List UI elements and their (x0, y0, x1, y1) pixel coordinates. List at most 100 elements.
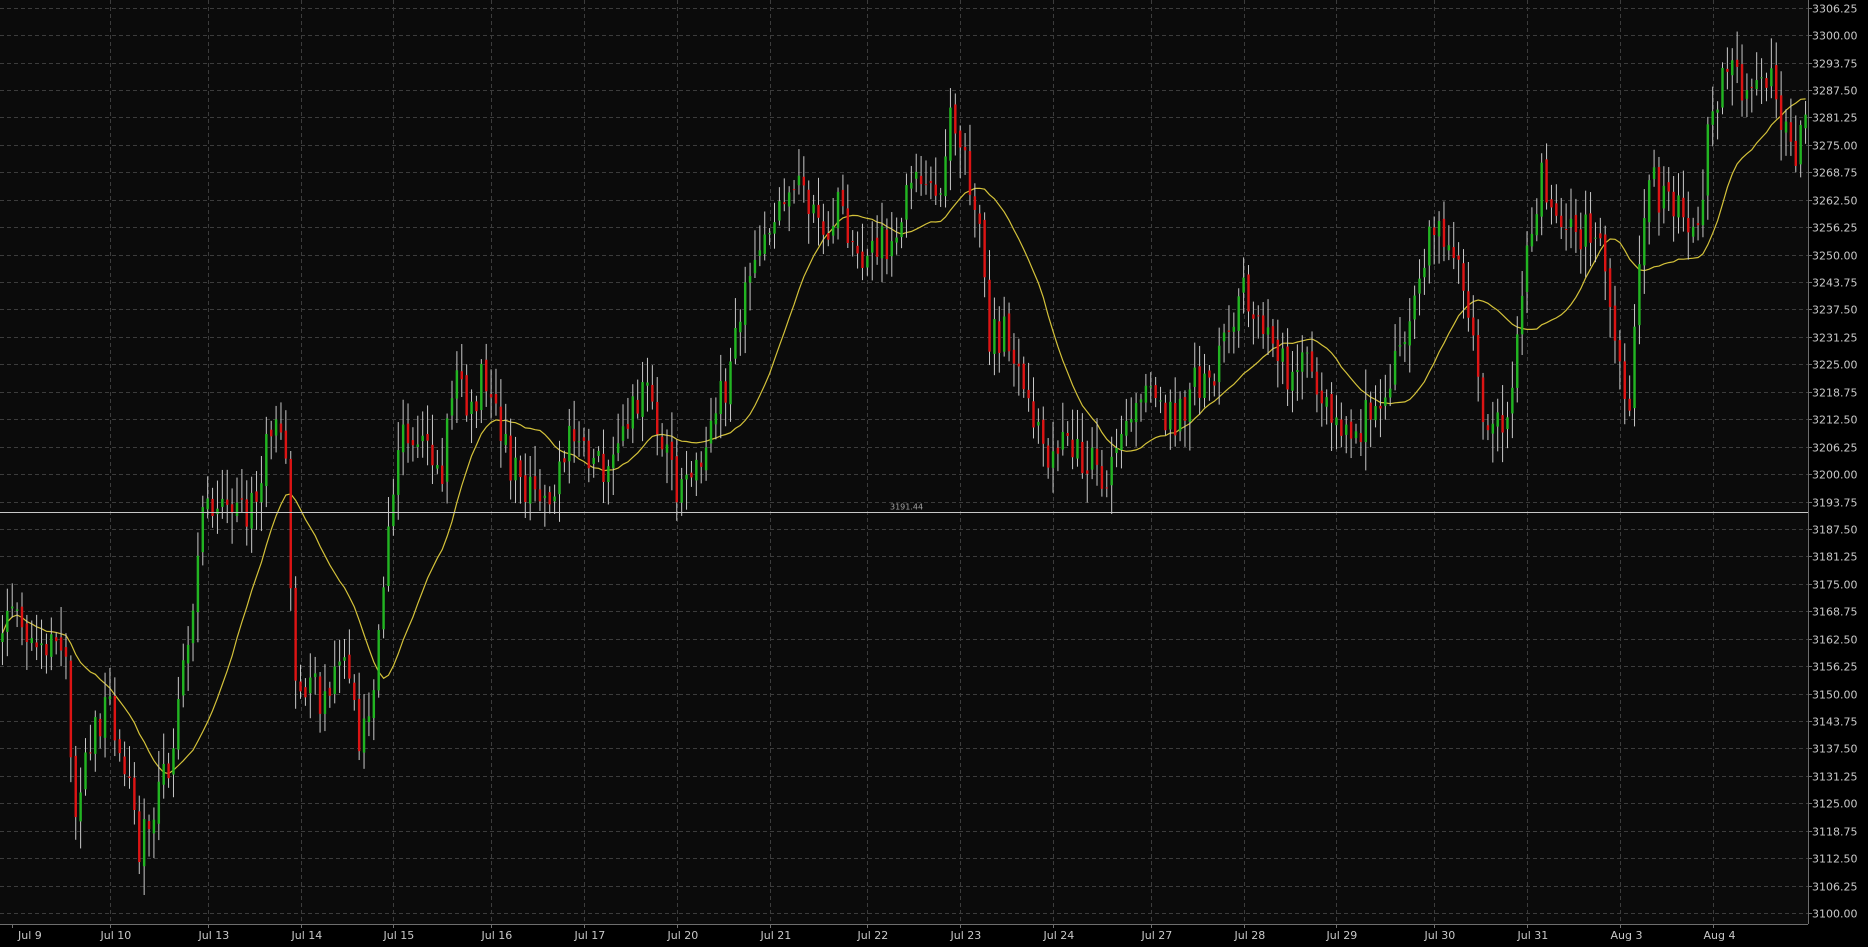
candle-body (1579, 229, 1582, 250)
candle-body (382, 587, 385, 630)
candle-body (1711, 111, 1714, 125)
price-tick-label: 3200.00 (1812, 469, 1858, 482)
date-tick-label: Aug 4 (1704, 929, 1736, 942)
candle-body (1716, 109, 1719, 113)
candle-body (651, 384, 654, 402)
candle-body (1476, 335, 1480, 377)
candle-body (978, 213, 981, 224)
candle-body (1706, 124, 1710, 196)
candle-body (802, 176, 806, 186)
price-tick-label: 3181.25 (1812, 551, 1858, 564)
candle-body (1584, 214, 1587, 247)
candle-body (1374, 406, 1377, 421)
candle-body (25, 623, 29, 643)
candle-body (1472, 317, 1475, 336)
candle-body (636, 399, 639, 414)
candle-body (455, 370, 459, 399)
candle-body (1310, 351, 1314, 372)
candle-body (1506, 417, 1509, 430)
price-tick-label: 3218.75 (1812, 387, 1858, 400)
candle-body (1428, 226, 1431, 266)
candle-body (103, 697, 107, 738)
price-tick-label: 3281.25 (1812, 112, 1858, 125)
candle-body (1657, 167, 1661, 213)
candle-body (1301, 352, 1304, 372)
candle-body (59, 637, 63, 651)
date-tick-label: Jul 29 (1326, 929, 1358, 942)
candle-body (1105, 487, 1109, 489)
candle-body (631, 396, 635, 429)
candle-body (758, 250, 762, 256)
candle-body (1633, 326, 1636, 409)
candle-body (1257, 315, 1260, 317)
candle-body (1608, 268, 1612, 308)
candle-body (856, 245, 859, 254)
candle (289, 450, 292, 611)
candle-body (1120, 433, 1123, 451)
candle-body (1555, 203, 1558, 216)
candle-body (1149, 386, 1152, 388)
candle-body (1467, 291, 1470, 318)
candle-body (1320, 390, 1324, 404)
candle-body (743, 282, 747, 325)
price-tick-label: 3225.00 (1812, 359, 1858, 372)
candle-body (1261, 315, 1265, 334)
candle-body (1501, 415, 1504, 433)
candle-body (929, 180, 933, 184)
candle-body (1691, 226, 1695, 237)
candle-body (1623, 361, 1626, 399)
candle-body (1032, 401, 1035, 428)
candle-body (279, 423, 283, 433)
candle-body (934, 184, 937, 196)
candle-body (553, 496, 556, 502)
candle-body (685, 474, 688, 480)
candle-body (1735, 59, 1739, 67)
candle-body (172, 748, 175, 775)
candle-body (30, 638, 33, 644)
candle-body (871, 240, 874, 253)
candle-body (294, 587, 297, 681)
candle-body (1589, 213, 1592, 243)
date-tick-label: Jul 15 (383, 929, 415, 942)
candle-body (162, 763, 165, 785)
candle-body (289, 458, 292, 589)
candle-body (1076, 439, 1079, 459)
price-tick-label: 3212.50 (1812, 414, 1858, 427)
candle-body (1540, 162, 1543, 217)
candle-body (1090, 447, 1094, 470)
candle-body (568, 425, 571, 462)
candle-body (1061, 432, 1065, 450)
candle-body (157, 781, 161, 824)
candle-body (1682, 197, 1685, 218)
candle-body (1486, 425, 1490, 431)
candle-body (265, 434, 268, 487)
candle-body (949, 107, 952, 161)
candle-body (1408, 321, 1411, 346)
candle-body (186, 644, 190, 664)
candle-body (1516, 334, 1519, 388)
candle-body (1667, 182, 1670, 192)
candle-body (1154, 385, 1157, 399)
candle-body (69, 660, 73, 758)
candle-body (988, 279, 991, 352)
candle-body (1115, 448, 1118, 453)
candle-body (494, 393, 498, 404)
price-tick-label: 3125.00 (1812, 798, 1858, 811)
candle-body (475, 401, 478, 412)
candle-body (1418, 278, 1421, 294)
candle-body (1227, 330, 1231, 332)
candle-body (680, 479, 683, 503)
candle-body (1437, 221, 1441, 237)
candle-body (797, 175, 801, 186)
candle-body (1481, 377, 1485, 423)
candle-body (851, 240, 854, 243)
candle-body (602, 453, 605, 482)
candle-body (470, 401, 473, 414)
date-tick-label: Jul 23 (950, 929, 982, 942)
candle-body (1574, 214, 1578, 233)
candle-body (20, 606, 24, 628)
candle-body (45, 644, 48, 656)
candle-body (299, 681, 302, 692)
candle-body (1100, 466, 1104, 489)
candle-body (284, 430, 288, 459)
